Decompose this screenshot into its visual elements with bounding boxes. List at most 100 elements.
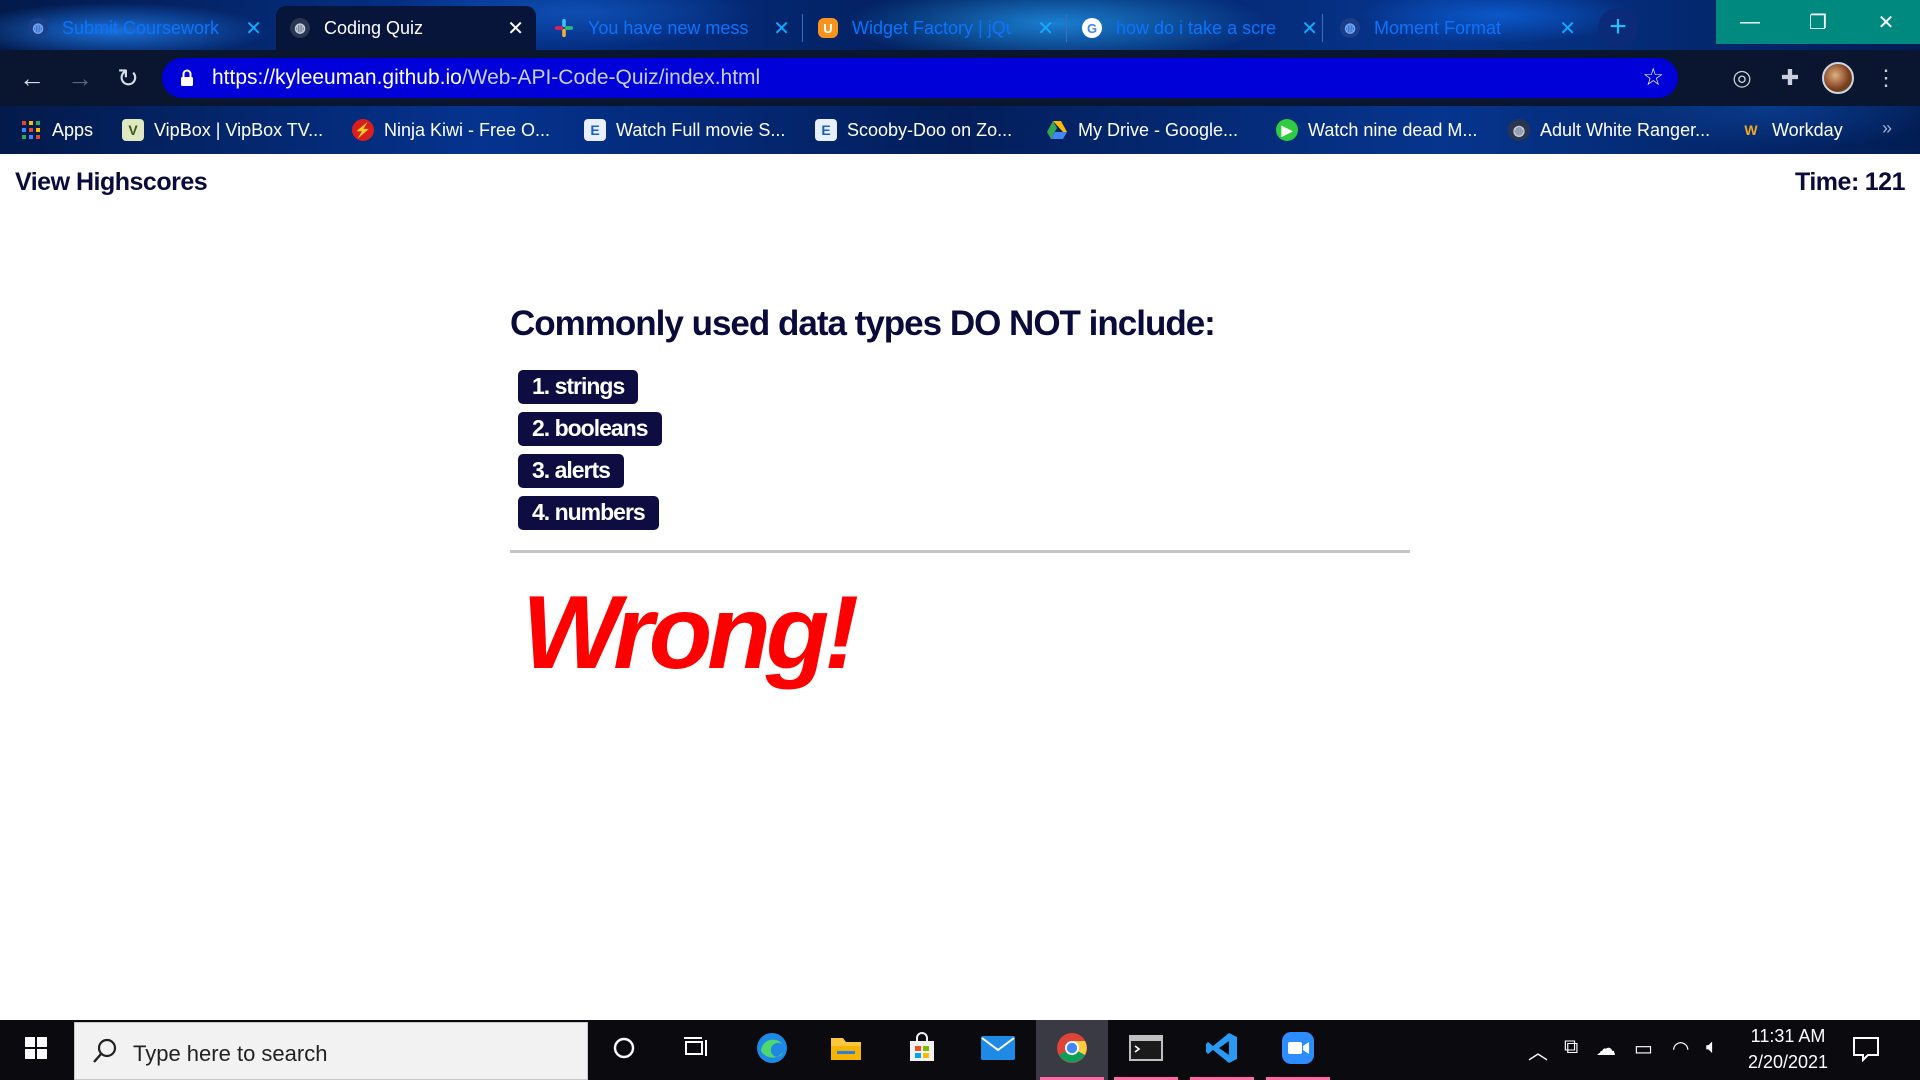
quiz-container: Commonly used data types DO NOT include:… xyxy=(510,304,1410,685)
browser-chrome: ◍ Submit Coursework | ✕ ◍ Coding Quiz ✕ … xyxy=(0,0,1920,154)
chrome-app[interactable] xyxy=(1036,1020,1108,1080)
notification-center-icon[interactable] xyxy=(1852,1036,1880,1067)
edge-icon xyxy=(755,1031,789,1070)
bookmark-label: VipBox | VipBox TV... xyxy=(154,119,324,140)
back-button[interactable]: ← xyxy=(14,60,50,96)
timer: Time: 121 xyxy=(1795,168,1905,197)
bookmark-workday[interactable]: W Workday xyxy=(1740,116,1843,144)
url-host: kyleeuman.github.io xyxy=(275,66,462,89)
url-path: /Web-API-Code-Quiz/index.html xyxy=(461,66,761,89)
clock-time[interactable]: 11:31 AM xyxy=(1746,1026,1830,1047)
view-highscores-link[interactable]: View Highscores xyxy=(15,168,208,197)
bookmark-label: Scooby-Doo on Zo... xyxy=(847,119,1013,140)
clock-date[interactable]: 2/20/2021 xyxy=(1740,1052,1836,1073)
address-bar[interactable]: https://kyleeuman.github.io/Web-API-Code… xyxy=(162,58,1678,98)
bookmarks-overflow-icon[interactable]: » xyxy=(1882,118,1892,139)
task-view-button[interactable] xyxy=(660,1020,732,1080)
bookmark-label: Apps xyxy=(52,119,94,140)
page-content: View Highscores Time: 121 Commonly used d… xyxy=(0,154,1920,1020)
edge-app[interactable] xyxy=(736,1020,808,1080)
cortana-button[interactable] xyxy=(588,1020,660,1080)
battery-icon[interactable]: ▭ xyxy=(1634,1036,1653,1061)
wifi-icon[interactable]: ◠ xyxy=(1672,1036,1689,1061)
bookmark-ninja-kiwi[interactable]: ⚡ Ninja Kiwi - Free O... xyxy=(352,116,550,144)
bookmark-label: Watch Full movie S... xyxy=(616,119,786,140)
close-icon[interactable]: ✕ xyxy=(507,16,524,41)
zoom-app[interactable] xyxy=(1262,1020,1334,1080)
globe-icon: ◍ xyxy=(290,18,310,38)
volume-icon[interactable]: 🔈︎ xyxy=(1706,1036,1718,1059)
reload-button[interactable]: ↻ xyxy=(110,60,146,96)
close-icon[interactable]: ✕ xyxy=(1559,16,1576,41)
divider xyxy=(510,550,1410,553)
bookmark-vipbox[interactable]: V VipBox | VipBox TV... xyxy=(122,116,323,144)
bookmark-watch-nine-dead[interactable]: ▶ Watch nine dead M... xyxy=(1276,116,1477,144)
avatar[interactable] xyxy=(1822,62,1854,94)
start-button[interactable] xyxy=(0,1020,72,1080)
show-hidden-icons-icon[interactable]: ︿ xyxy=(1528,1036,1548,1065)
bookmark-label: Workday xyxy=(1772,119,1843,140)
bookmark-star-icon[interactable]: ☆ xyxy=(1642,63,1664,92)
bookmark-adult-white-ranger[interactable]: ◍ Adult White Ranger... xyxy=(1508,116,1710,144)
tab-strip: ◍ Submit Coursework | ✕ ◍ Coding Quiz ✕ … xyxy=(0,0,1920,50)
windows-taskbar: Type here to search ︿ ⧉ ☁ ▭ ◠ 🔈︎ 11:31 A… xyxy=(0,1020,1920,1080)
close-icon[interactable]: ✕ xyxy=(773,16,790,41)
bookmark-watch-movie[interactable]: E Watch Full movie S... xyxy=(584,116,785,144)
tab-google-search[interactable]: G how do i take a scre ✕ xyxy=(1068,6,1330,50)
menu-dots-icon[interactable]: ⋮ xyxy=(1870,62,1902,94)
timer-value: 121 xyxy=(1864,168,1906,196)
question-title: Commonly used data types DO NOT include: xyxy=(510,304,1216,343)
taskbar-search-box[interactable]: Type here to search xyxy=(74,1022,588,1080)
tab-title: Widget Factory | jQu xyxy=(852,17,1012,38)
choice-button-2[interactable]: 2. booleans xyxy=(518,412,662,446)
bookmark-scooby-doo[interactable]: E Scooby-Doo on Zo... xyxy=(815,116,1012,144)
mail-app[interactable] xyxy=(962,1020,1034,1080)
tab-title: You have new messa xyxy=(588,17,748,38)
choice-button-3[interactable]: 3. alerts xyxy=(518,454,624,488)
meet-now-icon[interactable]: ⧉ xyxy=(1564,1036,1578,1059)
minimize-button[interactable]: — xyxy=(1716,0,1784,44)
onedrive-icon[interactable]: ☁ xyxy=(1596,1036,1616,1061)
tab-moment-format[interactable]: ◍ Moment Format ✕ xyxy=(1326,6,1588,50)
windows-logo-icon xyxy=(24,1036,48,1065)
google-icon: G xyxy=(1082,18,1102,38)
tab-slack[interactable]: You have new messa ✕ xyxy=(540,6,802,50)
arrow-right-icon: → xyxy=(67,62,93,93)
reload-icon: ↻ xyxy=(117,62,139,93)
vscode-app[interactable] xyxy=(1186,1020,1258,1080)
close-window-button[interactable]: ✕ xyxy=(1852,0,1920,44)
tab-submit-coursework[interactable]: ◍ Submit Coursework | ✕ xyxy=(14,6,274,50)
search-icon xyxy=(91,1037,119,1070)
close-icon[interactable]: ✕ xyxy=(245,16,262,41)
extension-icon[interactable]: ◎ xyxy=(1726,62,1758,94)
choice-button-1[interactable]: 1. strings xyxy=(518,370,639,404)
close-icon[interactable]: ✕ xyxy=(1301,16,1318,41)
ninja-kiwi-icon: ⚡ xyxy=(352,119,374,141)
close-icon[interactable]: ✕ xyxy=(1037,16,1054,41)
store-app[interactable] xyxy=(886,1020,958,1080)
bookmark-label: My Drive - Google... xyxy=(1078,119,1239,140)
slack-icon xyxy=(554,18,574,38)
file-explorer-app[interactable] xyxy=(810,1020,882,1080)
tab-coding-quiz[interactable]: ◍ Coding Quiz ✕ xyxy=(276,6,536,50)
list-item: 3. alerts xyxy=(518,454,1410,488)
vscode-icon xyxy=(1205,1031,1239,1070)
chrome-icon xyxy=(1055,1031,1089,1070)
maximize-button[interactable]: ❐ xyxy=(1784,0,1852,44)
forward-button[interactable]: → xyxy=(62,60,98,96)
tab-separator xyxy=(1066,14,1067,42)
terminal-app[interactable] xyxy=(1110,1020,1182,1080)
choice-button-4[interactable]: 4. numbers xyxy=(518,496,659,530)
globe-icon: ◍ xyxy=(28,18,48,38)
tab-widget-factory[interactable]: U Widget Factory | jQu ✕ xyxy=(804,6,1066,50)
bookmark-my-drive[interactable]: My Drive - Google... xyxy=(1046,116,1238,144)
page-icon: E xyxy=(584,119,606,141)
tab-title: Submit Coursework | xyxy=(62,17,222,38)
new-tab-button[interactable]: + xyxy=(1598,8,1638,48)
puzzle-icon[interactable]: ✚ xyxy=(1774,62,1806,94)
terminal-icon xyxy=(1129,1034,1163,1066)
cortana-icon xyxy=(612,1036,636,1065)
answer-feedback: Wrong! xyxy=(522,575,859,691)
page-icon: E xyxy=(815,119,837,141)
bookmark-apps[interactable]: Apps xyxy=(20,116,93,144)
